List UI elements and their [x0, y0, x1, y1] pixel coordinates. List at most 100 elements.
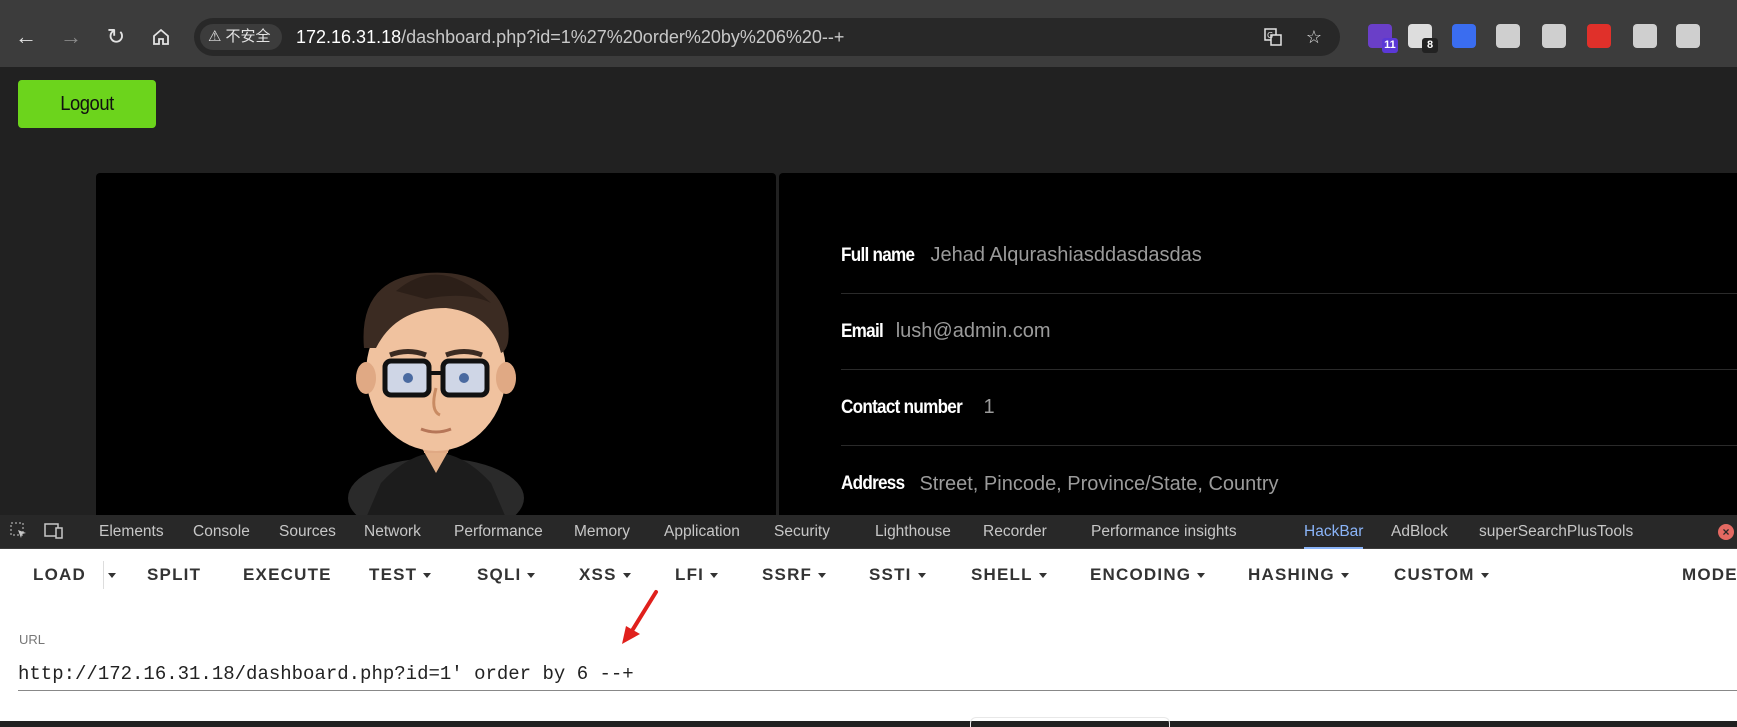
caret-down-icon [1480, 573, 1489, 579]
back-icon[interactable]: ← [11, 22, 41, 52]
caret-down-icon [108, 573, 116, 579]
caret-down-icon [710, 573, 719, 579]
tab-recorder[interactable]: Recorder [983, 515, 1047, 549]
button-label: CUSTOM [1394, 565, 1475, 584]
custom-button[interactable]: CUSTOM [1394, 549, 1489, 601]
button-label: SQLI [477, 565, 522, 584]
address-url[interactable]: 172.16.31.18/dashboard.php?id=1%27%20ord… [296, 18, 844, 56]
tab-application[interactable]: Application [664, 515, 740, 549]
sqli-button[interactable]: SQLI [477, 549, 536, 601]
warning-icon: ⚠ [208, 28, 222, 45]
red-annotation-arrow [622, 590, 658, 644]
tab-memory[interactable]: Memory [574, 515, 630, 549]
caret-down-icon [1038, 573, 1047, 579]
extension-badge: 11 [1382, 38, 1398, 53]
toolbar-divider [103, 561, 104, 589]
svg-text:G: G [1267, 31, 1273, 40]
inspect-element-icon[interactable] [9, 522, 29, 542]
tab-console[interactable]: Console [193, 515, 250, 549]
hackbar-url-input[interactable]: http://172.16.31.18/dashboard.php?id=1' … [18, 657, 1737, 691]
caret-down-icon [622, 573, 631, 579]
url-path: /dashboard.php?id=1%27%20order%20by%206%… [401, 27, 845, 47]
caret-down-icon [423, 573, 432, 579]
ext-1-icon[interactable]: 11 [1368, 24, 1398, 53]
devtools-panel: Elements Console Sources Network Performance… [0, 515, 1737, 727]
button-label: SSTI [869, 565, 912, 584]
caret-down-icon [818, 573, 827, 579]
ext-2-icon[interactable]: 8 [1408, 24, 1438, 53]
translate-icon[interactable]: G [1260, 24, 1286, 50]
shell-button[interactable]: SHELL [971, 549, 1047, 601]
tab-sources[interactable]: Sources [279, 515, 336, 549]
tab-performance-insights[interactable]: Performance insights [1091, 515, 1237, 549]
encoding-button[interactable]: ENCODING [1090, 549, 1206, 601]
bookmark-star-icon[interactable]: ☆ [1301, 24, 1327, 50]
field-contact-number: Contact number 1 [841, 370, 1737, 446]
field-value: 1 [983, 396, 995, 418]
button-label: LFI [675, 565, 705, 584]
button-label: HASHING [1248, 565, 1335, 584]
close-error-icon[interactable]: × [1718, 524, 1734, 540]
device-toolbar-icon[interactable] [44, 522, 64, 542]
field-address: Address Street, Pincode, Province/State,… [841, 446, 1737, 515]
dashboard-page: Logout Full name Jehad Alqurashiasddasda… [0, 67, 1737, 515]
browser-toolbar: ← → ↻ ⚠ 不安全 172.16.31.18/dashboard.php?i… [0, 0, 1737, 67]
ssrf-button[interactable]: SSRF [762, 549, 827, 601]
tab-lighthouse[interactable]: Lighthouse [875, 515, 951, 549]
security-label: 不安全 [225, 28, 271, 45]
partial-element [970, 717, 1170, 727]
tab-adblock[interactable]: AdBlock [1391, 515, 1448, 549]
test-button[interactable]: TEST [369, 549, 432, 601]
tab-supersearchplustools[interactable]: superSearchPlusTools [1479, 515, 1633, 549]
field-value: lush@admin.com [895, 320, 1051, 342]
caret-down-icon [1340, 573, 1349, 579]
avatar-card [96, 173, 776, 515]
load-button[interactable]: LOAD [33, 549, 86, 601]
field-full-name: Full name Jehad Alqurashiasddasdasdas [841, 218, 1737, 294]
extension-badge: 8 [1422, 38, 1438, 53]
field-label: Email [841, 320, 884, 342]
button-label: ENCODING [1090, 565, 1192, 584]
profile-details-card: Full name Jehad Alqurashiasddasdasdas Em… [779, 173, 1737, 515]
button-label: MODE [1682, 565, 1737, 584]
tab-elements[interactable]: Elements [99, 515, 164, 549]
ext-4-icon[interactable] [1496, 24, 1520, 48]
tab-security[interactable]: Security [774, 515, 830, 549]
security-chip[interactable]: ⚠ 不安全 [200, 24, 283, 50]
caret-down-icon [1197, 573, 1206, 579]
button-label: TEST [369, 565, 418, 584]
tab-hackbar[interactable]: HackBar [1304, 515, 1364, 549]
caret-down-icon [917, 573, 926, 579]
caret-down-icon [527, 573, 536, 579]
hashing-button[interactable]: HASHING [1248, 549, 1349, 601]
button-label: SSRF [762, 565, 813, 584]
home-icon[interactable] [146, 22, 176, 52]
ssti-button[interactable]: SSTI [869, 549, 926, 601]
address-bar[interactable]: ⚠ 不安全 172.16.31.18/dashboard.php?id=1%27… [194, 18, 1340, 56]
devtools-tab-bar: Elements Console Sources Network Performance… [0, 515, 1737, 549]
execute-button[interactable]: EXECUTE [243, 549, 332, 601]
reload-icon[interactable]: ↻ [101, 22, 131, 52]
field-label: Contact number [841, 396, 963, 418]
ext-8-icon[interactable] [1676, 24, 1700, 48]
split-button[interactable]: SPLIT [147, 549, 201, 601]
logout-button[interactable]: Logout [18, 80, 156, 128]
mode-button[interactable]: MODE [1682, 549, 1737, 601]
load-options-dropdown[interactable] [108, 549, 116, 601]
field-value: Street, Pincode, Province/State, Country [919, 472, 1279, 495]
hackbar-toolbar: LOAD SPLIT EXECUTE TEST SQLI XSS LFI SSRF SSTI SH… [0, 549, 1737, 601]
ext-7-icon[interactable] [1633, 24, 1657, 48]
button-label: LOAD [33, 565, 86, 584]
lfi-button[interactable]: LFI [675, 549, 719, 601]
tab-performance[interactable]: Performance [454, 515, 543, 549]
field-label: Full name [841, 244, 915, 266]
forward-icon[interactable]: → [56, 22, 86, 52]
ext-3-icon[interactable] [1452, 24, 1476, 48]
tab-network[interactable]: Network [364, 515, 421, 549]
ext-6-icon[interactable] [1587, 24, 1611, 48]
field-label: Address [841, 473, 905, 494]
button-label: SPLIT [147, 565, 202, 584]
button-label: XSS [579, 565, 617, 584]
url-host: 172.16.31.18 [296, 27, 402, 47]
ext-5-icon[interactable] [1542, 24, 1566, 48]
